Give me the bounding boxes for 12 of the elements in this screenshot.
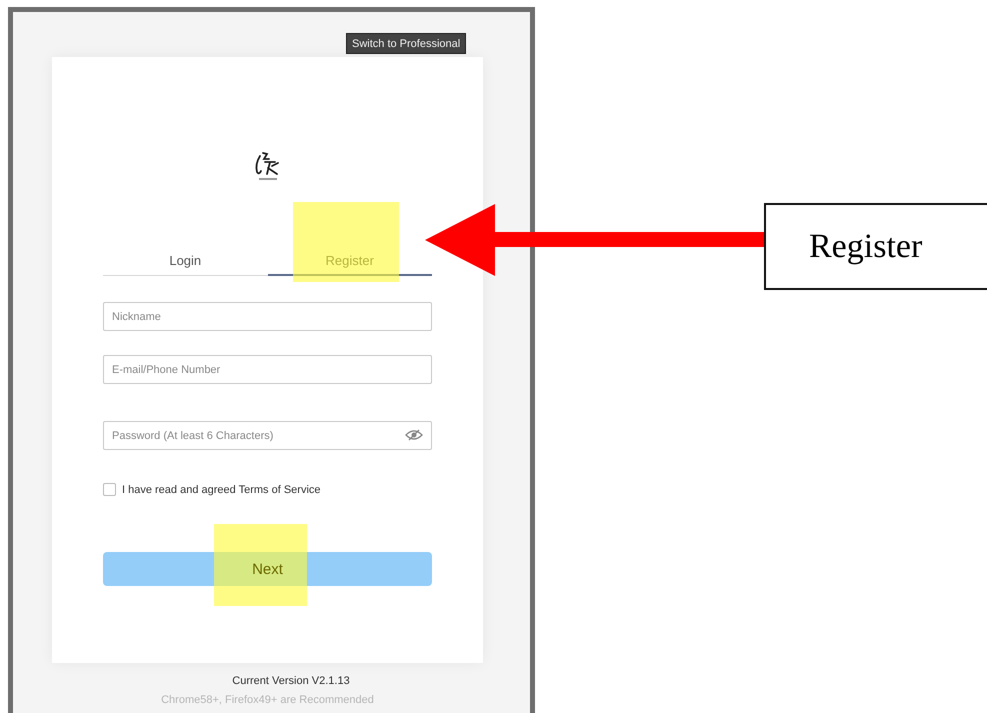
checkbox[interactable] <box>103 483 116 496</box>
input-field[interactable]: Nickname <box>103 302 432 331</box>
callout-label: Register <box>764 203 987 290</box>
version-text: Current Version V2.1.13 <box>231 675 351 687</box>
eye-hidden-icon[interactable] <box>405 429 423 441</box>
terms-label[interactable]: I have read and agreed Terms of Service <box>122 484 321 496</box>
next-button[interactable]: Next <box>103 552 432 586</box>
tab[interactable]: Login <box>103 246 268 276</box>
password-field[interactable]: Password (At least 6 Characters) <box>103 421 432 450</box>
input-field[interactable]: E-mail/Phone Number <box>103 355 432 384</box>
switch-mode-button[interactable]: Switch to Professional <box>346 33 466 54</box>
browser-note: Chrome58+, Firefox49+ are Recommended <box>160 694 375 706</box>
